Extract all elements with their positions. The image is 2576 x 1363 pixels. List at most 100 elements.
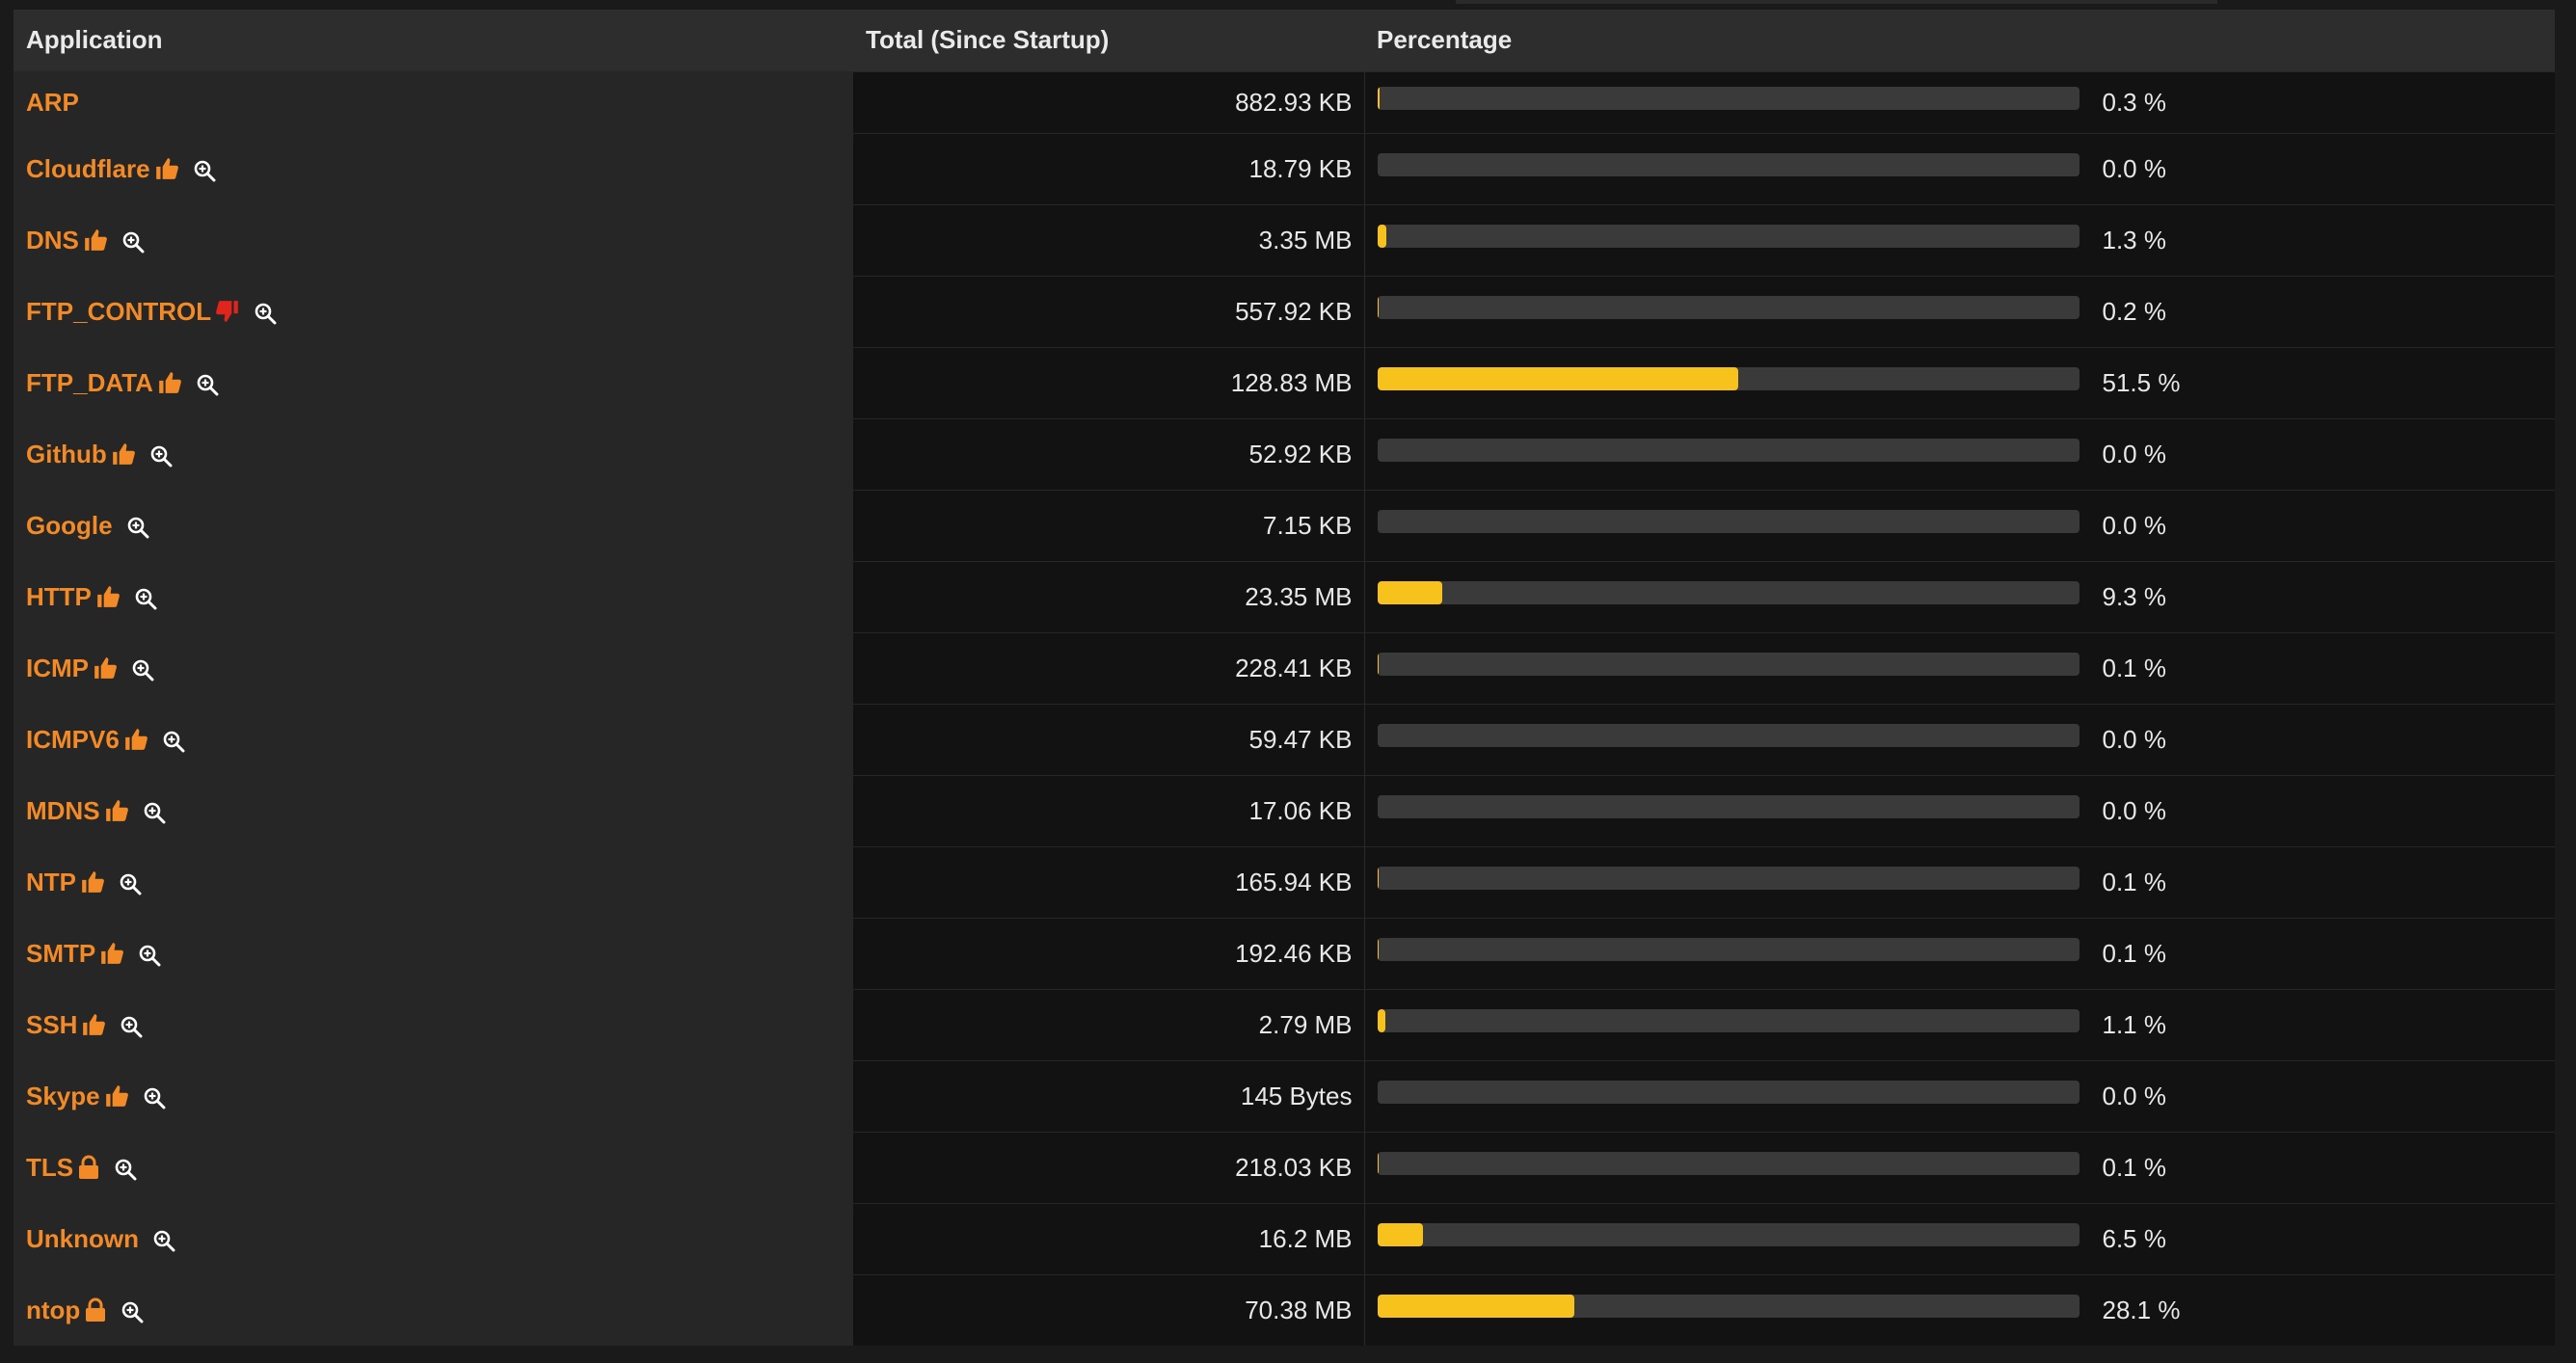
percentage-cell: 6.5 %	[1364, 1202, 2555, 1274]
zoom-in-icon[interactable]	[143, 1086, 166, 1109]
application-link[interactable]: ICMP	[26, 654, 89, 683]
percentage-cell: 0.1 %	[1364, 917, 2555, 989]
zoom-in-icon[interactable]	[134, 587, 157, 610]
header-total[interactable]: Total (Since Startup)	[853, 10, 1364, 71]
zoom-in-icon[interactable]	[126, 516, 149, 539]
thumbs-up-icon	[111, 441, 136, 467]
percentage-row: 9.3 %	[1377, 581, 2556, 612]
application-link[interactable]: MDNS	[26, 796, 100, 826]
percentage-cell: 0.0 %	[1364, 489, 2555, 561]
header-application[interactable]: Application	[13, 10, 853, 71]
progress-bar	[1377, 225, 2080, 248]
table-row: SSH 2.79 MB 1.1 %	[13, 988, 2555, 1060]
application-link[interactable]: DNS	[26, 226, 79, 255]
application-cell-content: TLS	[26, 1153, 137, 1183]
zoom-in-icon[interactable]	[120, 1015, 143, 1038]
percentage-cell: 0.0 %	[1364, 1059, 2555, 1132]
zoom-in-icon[interactable]	[196, 373, 219, 396]
percentage-text: 0.0 %	[2102, 795, 2167, 825]
application-cell-content: Github	[26, 440, 173, 469]
table-header-row: Application Total (Since Startup) Percen…	[13, 10, 2555, 71]
progress-bar	[1377, 296, 2080, 319]
table-row: HTTP 23.35 MB 9.3 %	[13, 560, 2556, 632]
application-cell: NTP	[13, 845, 853, 918]
table-row: Skype 145 Bytes 0.0 %	[13, 1059, 2555, 1132]
progress-bar	[1377, 510, 2080, 533]
application-link[interactable]: ICMPV6	[26, 725, 120, 755]
percentage-text: 1.3 %	[2102, 225, 2167, 254]
thumbs-up-icon	[104, 798, 129, 823]
application-link[interactable]: HTTP	[26, 582, 92, 612]
zoom-in-icon[interactable]	[149, 444, 173, 468]
percentage-cell: 1.3 %	[1364, 203, 2556, 276]
thumbs-up-icon	[80, 869, 105, 895]
application-cell-content: HTTP	[26, 582, 157, 612]
application-link[interactable]: FTP_DATA	[26, 368, 153, 398]
percentage-cell: 0.3 %	[1364, 70, 2555, 133]
table-body: ARP 882.93 KB 0.3 % Cloudflare 18.79 KB 0.0 %…	[13, 70, 2556, 1346]
application-link[interactable]: Github	[26, 440, 107, 469]
table-row: ARP 882.93 KB 0.3 %	[13, 70, 2555, 133]
zoom-in-icon[interactable]	[121, 230, 145, 254]
zoom-in-icon[interactable]	[131, 658, 154, 682]
progress-bar-fill	[1377, 581, 1443, 604]
application-link[interactable]: Unknown	[26, 1224, 139, 1254]
zoom-in-icon[interactable]	[114, 1158, 137, 1181]
percentage-text: 0.3 %	[2102, 87, 2167, 117]
percentage-cell: 1.1 %	[1364, 988, 2555, 1060]
application-link[interactable]: Google	[26, 511, 113, 541]
percentage-cell: 0.0 %	[1364, 703, 2556, 775]
zoom-in-icon[interactable]	[121, 1300, 144, 1323]
application-link[interactable]: FTP_CONTROL	[26, 297, 211, 327]
total-cell: 165.94 KB	[853, 845, 1365, 918]
application-cell: ICMPV6	[13, 703, 853, 775]
table-row: NTP 165.94 KB 0.1 %	[13, 845, 2555, 918]
progress-bar	[1377, 1295, 2080, 1319]
zoom-in-icon[interactable]	[152, 1229, 175, 1252]
percentage-row: 0.0 %	[1377, 724, 2556, 755]
zoom-in-icon[interactable]	[254, 302, 277, 325]
percentage-row: 0.1 %	[1377, 1152, 2556, 1183]
progress-bar-fill	[1377, 296, 1379, 319]
header-percentage[interactable]: Percentage	[1364, 10, 2555, 71]
table-row: SMTP 192.46 KB 0.1 %	[13, 917, 2555, 989]
progress-bar	[1377, 1152, 2080, 1175]
zoom-in-icon[interactable]	[162, 730, 185, 753]
total-cell: 145 Bytes	[853, 1059, 1365, 1132]
application-link[interactable]: SMTP	[26, 939, 95, 969]
percentage-row: 1.3 %	[1377, 225, 2556, 255]
percentage-text: 6.5 %	[2102, 1223, 2167, 1253]
application-cell-content: Cloudflare	[26, 154, 216, 184]
percentage-text: 0.1 %	[2102, 1152, 2167, 1182]
progress-bar-fill	[1377, 1295, 1575, 1319]
progress-bar	[1377, 1223, 2080, 1246]
progress-bar-fill	[1377, 1009, 1385, 1032]
zoom-in-icon[interactable]	[193, 159, 216, 182]
application-link[interactable]: Cloudflare	[26, 154, 150, 184]
zoom-in-icon[interactable]	[119, 872, 142, 895]
application-cell: TLS	[13, 1131, 853, 1203]
progress-bar	[1377, 581, 2080, 604]
application-link[interactable]: ARP	[26, 88, 79, 118]
application-link[interactable]: SSH	[26, 1010, 77, 1040]
table-row: ICMP 228.41 KB 0.1 %	[13, 631, 2555, 704]
application-cell: MDNS	[13, 774, 853, 846]
application-link[interactable]: ntop	[26, 1296, 80, 1325]
total-cell: 192.46 KB	[853, 917, 1365, 989]
percentage-text: 0.0 %	[2102, 510, 2167, 540]
progress-bar-fill	[1377, 1223, 1423, 1246]
application-link[interactable]: NTP	[26, 868, 76, 897]
percentage-cell: 28.1 %	[1364, 1273, 2556, 1346]
total-cell: 228.41 KB	[853, 631, 1365, 704]
zoom-in-icon[interactable]	[138, 944, 161, 967]
application-link[interactable]: TLS	[26, 1153, 73, 1183]
thumbs-up-icon	[99, 941, 124, 966]
table-row: Github 52.92 KB 0.0 %	[13, 417, 2555, 490]
application-cell: DNS	[13, 203, 853, 276]
lock-icon	[77, 1155, 100, 1180]
percentage-text: 0.0 %	[2102, 153, 2167, 183]
percentage-row: 28.1 %	[1377, 1295, 2556, 1325]
application-link[interactable]: Skype	[26, 1082, 100, 1111]
zoom-in-icon[interactable]	[143, 801, 166, 824]
application-cell-content: ARP	[26, 88, 79, 118]
